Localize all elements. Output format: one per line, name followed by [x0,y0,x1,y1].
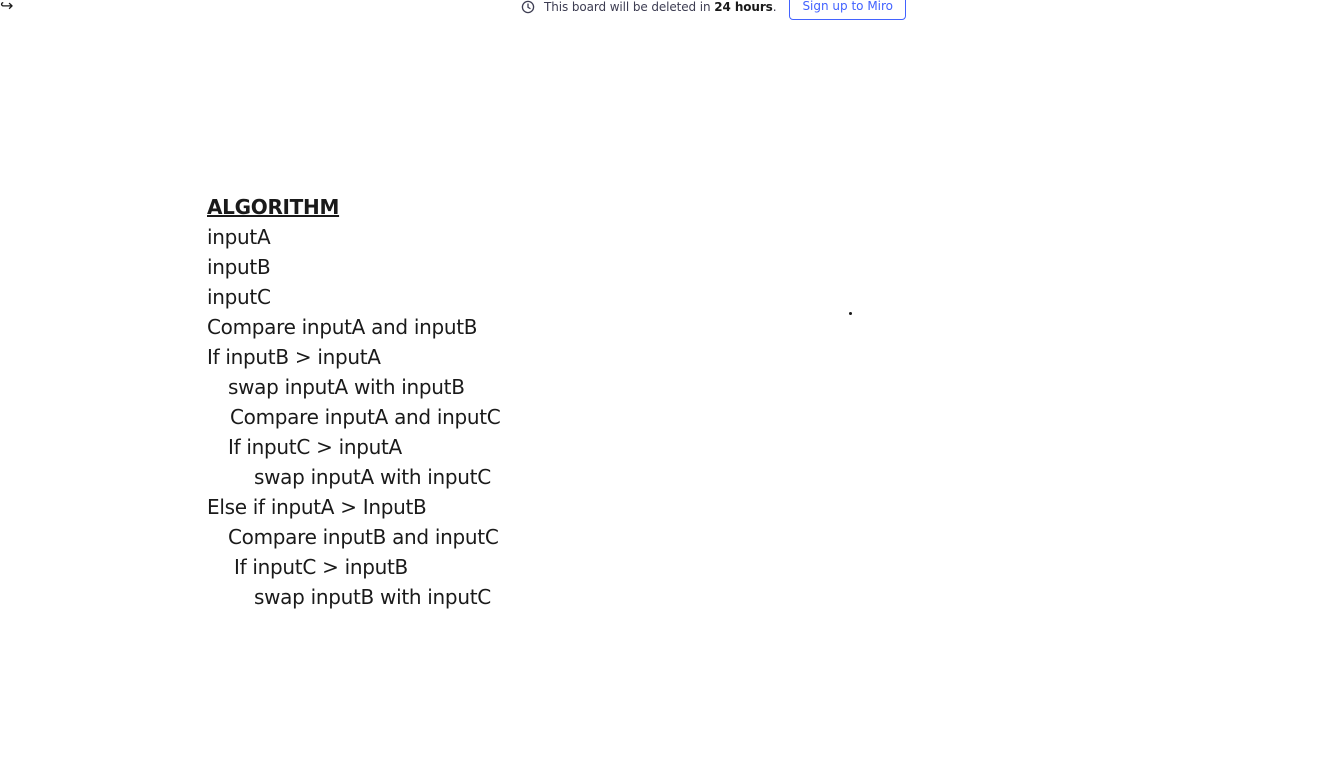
algorithm-line: If inputC > inputB [234,555,408,579]
algorithm-line: swap inputA with inputB [228,375,465,399]
signup-button[interactable]: Sign up to Miro [789,0,907,20]
deletion-time: 24 hours [714,0,773,14]
algorithm-line: inputB [207,255,271,279]
algorithm-line: Else if inputA > InputB [207,495,427,519]
canvas-dot [849,312,852,315]
algorithm-text-block[interactable]: ALGORITHM inputA inputB inputC Compare inpu… [207,192,501,612]
algorithm-lines: inputA inputB inputC Compare inputA and inp… [207,222,501,612]
algorithm-line: swap inputB with inputC [254,585,491,609]
deletion-notice: This board will be deleted in 24 hours. [544,0,777,16]
algorithm-line: swap inputA with inputC [254,465,491,489]
algorithm-line: inputC [207,285,271,309]
algorithm-line: inputA [207,225,271,249]
redo-icon[interactable]: ↪ [0,0,13,16]
algorithm-line: If inputB > inputA [207,345,381,369]
clock-icon [521,0,535,14]
deletion-notice-prefix: This board will be deleted in [544,0,715,14]
board-canvas[interactable]: ↪ This board will be deleted in 24 hours… [0,0,1343,759]
algorithm-line: Compare inputA and inputB [207,315,478,339]
deletion-notice-suffix: . [772,0,777,14]
algorithm-line: Compare inputB and inputC [228,525,499,549]
algorithm-line: If inputC > inputA [228,435,402,459]
deletion-banner: This board will be deleted in 24 hours. … [521,0,907,22]
algorithm-line: Compare inputA and inputC [230,405,501,429]
algorithm-heading: ALGORITHM [207,195,340,219]
